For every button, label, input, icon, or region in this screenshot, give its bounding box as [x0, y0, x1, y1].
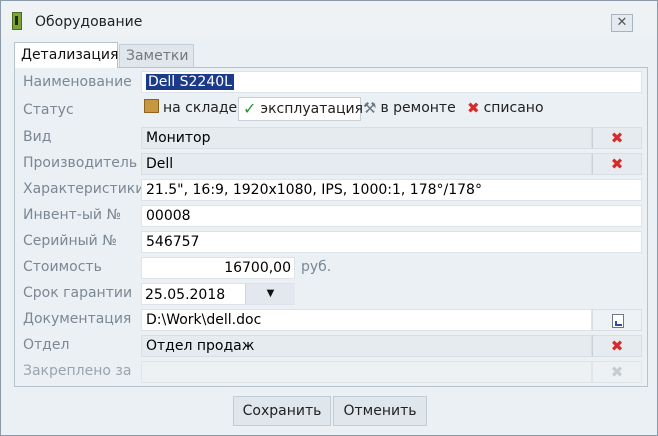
serial-input[interactable]: 546757: [141, 231, 642, 253]
type-clear-button[interactable]: ✖: [592, 127, 642, 149]
tab-notes[interactable]: Заметки: [119, 44, 194, 68]
specs-label: Характеристики: [23, 181, 145, 197]
save-button[interactable]: Сохранить: [233, 396, 331, 426]
manufacturer-clear-button[interactable]: ✖: [592, 153, 642, 175]
status-option-label: в ремонте: [380, 100, 456, 116]
check-icon: ✓: [243, 99, 257, 118]
cancel-button[interactable]: Отменить: [333, 396, 427, 426]
status-option-written-off[interactable]: ✖ списано: [467, 97, 547, 121]
box-icon: [144, 99, 159, 113]
name-input[interactable]: Dell S2240L: [141, 71, 642, 93]
warranty-date-picker[interactable]: 25.05.2018 ▼: [141, 283, 295, 305]
status-option-in-use[interactable]: ✓ эксплуатация: [238, 97, 363, 121]
dropdown-arrow-icon[interactable]: ▼: [245, 284, 295, 304]
assigned-label: Закреплено за: [23, 363, 132, 379]
equipment-window: Оборудование ✕ Детализация Заметки Наиме…: [0, 0, 658, 436]
cost-input[interactable]: 16700,00: [141, 257, 295, 279]
tools-icon: ⚒: [363, 99, 377, 117]
serial-label: Серийный №: [23, 233, 117, 249]
name-label: Наименование: [23, 74, 132, 90]
inventory-label: Инвент-ый №: [23, 207, 122, 223]
manufacturer-label: Производитель: [23, 155, 138, 171]
type-label: Вид: [23, 129, 52, 145]
manufacturer-field[interactable]: Dell: [141, 153, 592, 175]
status-option-in-repair[interactable]: ⚒ в ремонте: [363, 97, 459, 121]
status-option-in-stock[interactable]: на складе: [144, 97, 238, 121]
window-title: Оборудование: [35, 14, 143, 30]
docs-input[interactable]: D:\Work\dell.doc: [141, 309, 592, 331]
warranty-value: 25.05.2018: [145, 287, 226, 303]
specs-input[interactable]: 21.5", 16:9, 1920x1080, IPS, 1000:1, 178…: [141, 179, 642, 201]
warranty-label: Срок гарантии: [23, 285, 133, 301]
close-button[interactable]: ✕: [611, 14, 633, 32]
app-icon: [12, 12, 22, 30]
cost-unit: руб.: [301, 259, 332, 275]
tab-details[interactable]: Детализация: [14, 42, 118, 68]
assigned-clear-button: ✖: [592, 361, 642, 383]
status-option-label: на складе: [163, 100, 238, 116]
type-field[interactable]: Монитор: [141, 127, 592, 149]
status-label: Статус: [23, 102, 74, 118]
x-icon: ✖: [467, 99, 480, 117]
assigned-field: [141, 361, 592, 383]
docs-label: Документация: [23, 311, 132, 327]
name-value: Dell S2240L: [146, 74, 234, 90]
department-label: Отдел: [23, 337, 70, 353]
title-bar: Оборудование ✕: [1, 1, 657, 37]
browse-document-button[interactable]: [592, 309, 642, 331]
status-option-label: эксплуатация: [260, 101, 363, 117]
status-option-label: списано: [483, 100, 544, 116]
document-icon: [612, 314, 624, 328]
inventory-input[interactable]: 00008: [141, 205, 642, 227]
department-field[interactable]: Отдел продаж: [141, 335, 592, 357]
department-clear-button[interactable]: ✖: [592, 335, 642, 357]
cost-label: Стоимость: [23, 259, 102, 275]
